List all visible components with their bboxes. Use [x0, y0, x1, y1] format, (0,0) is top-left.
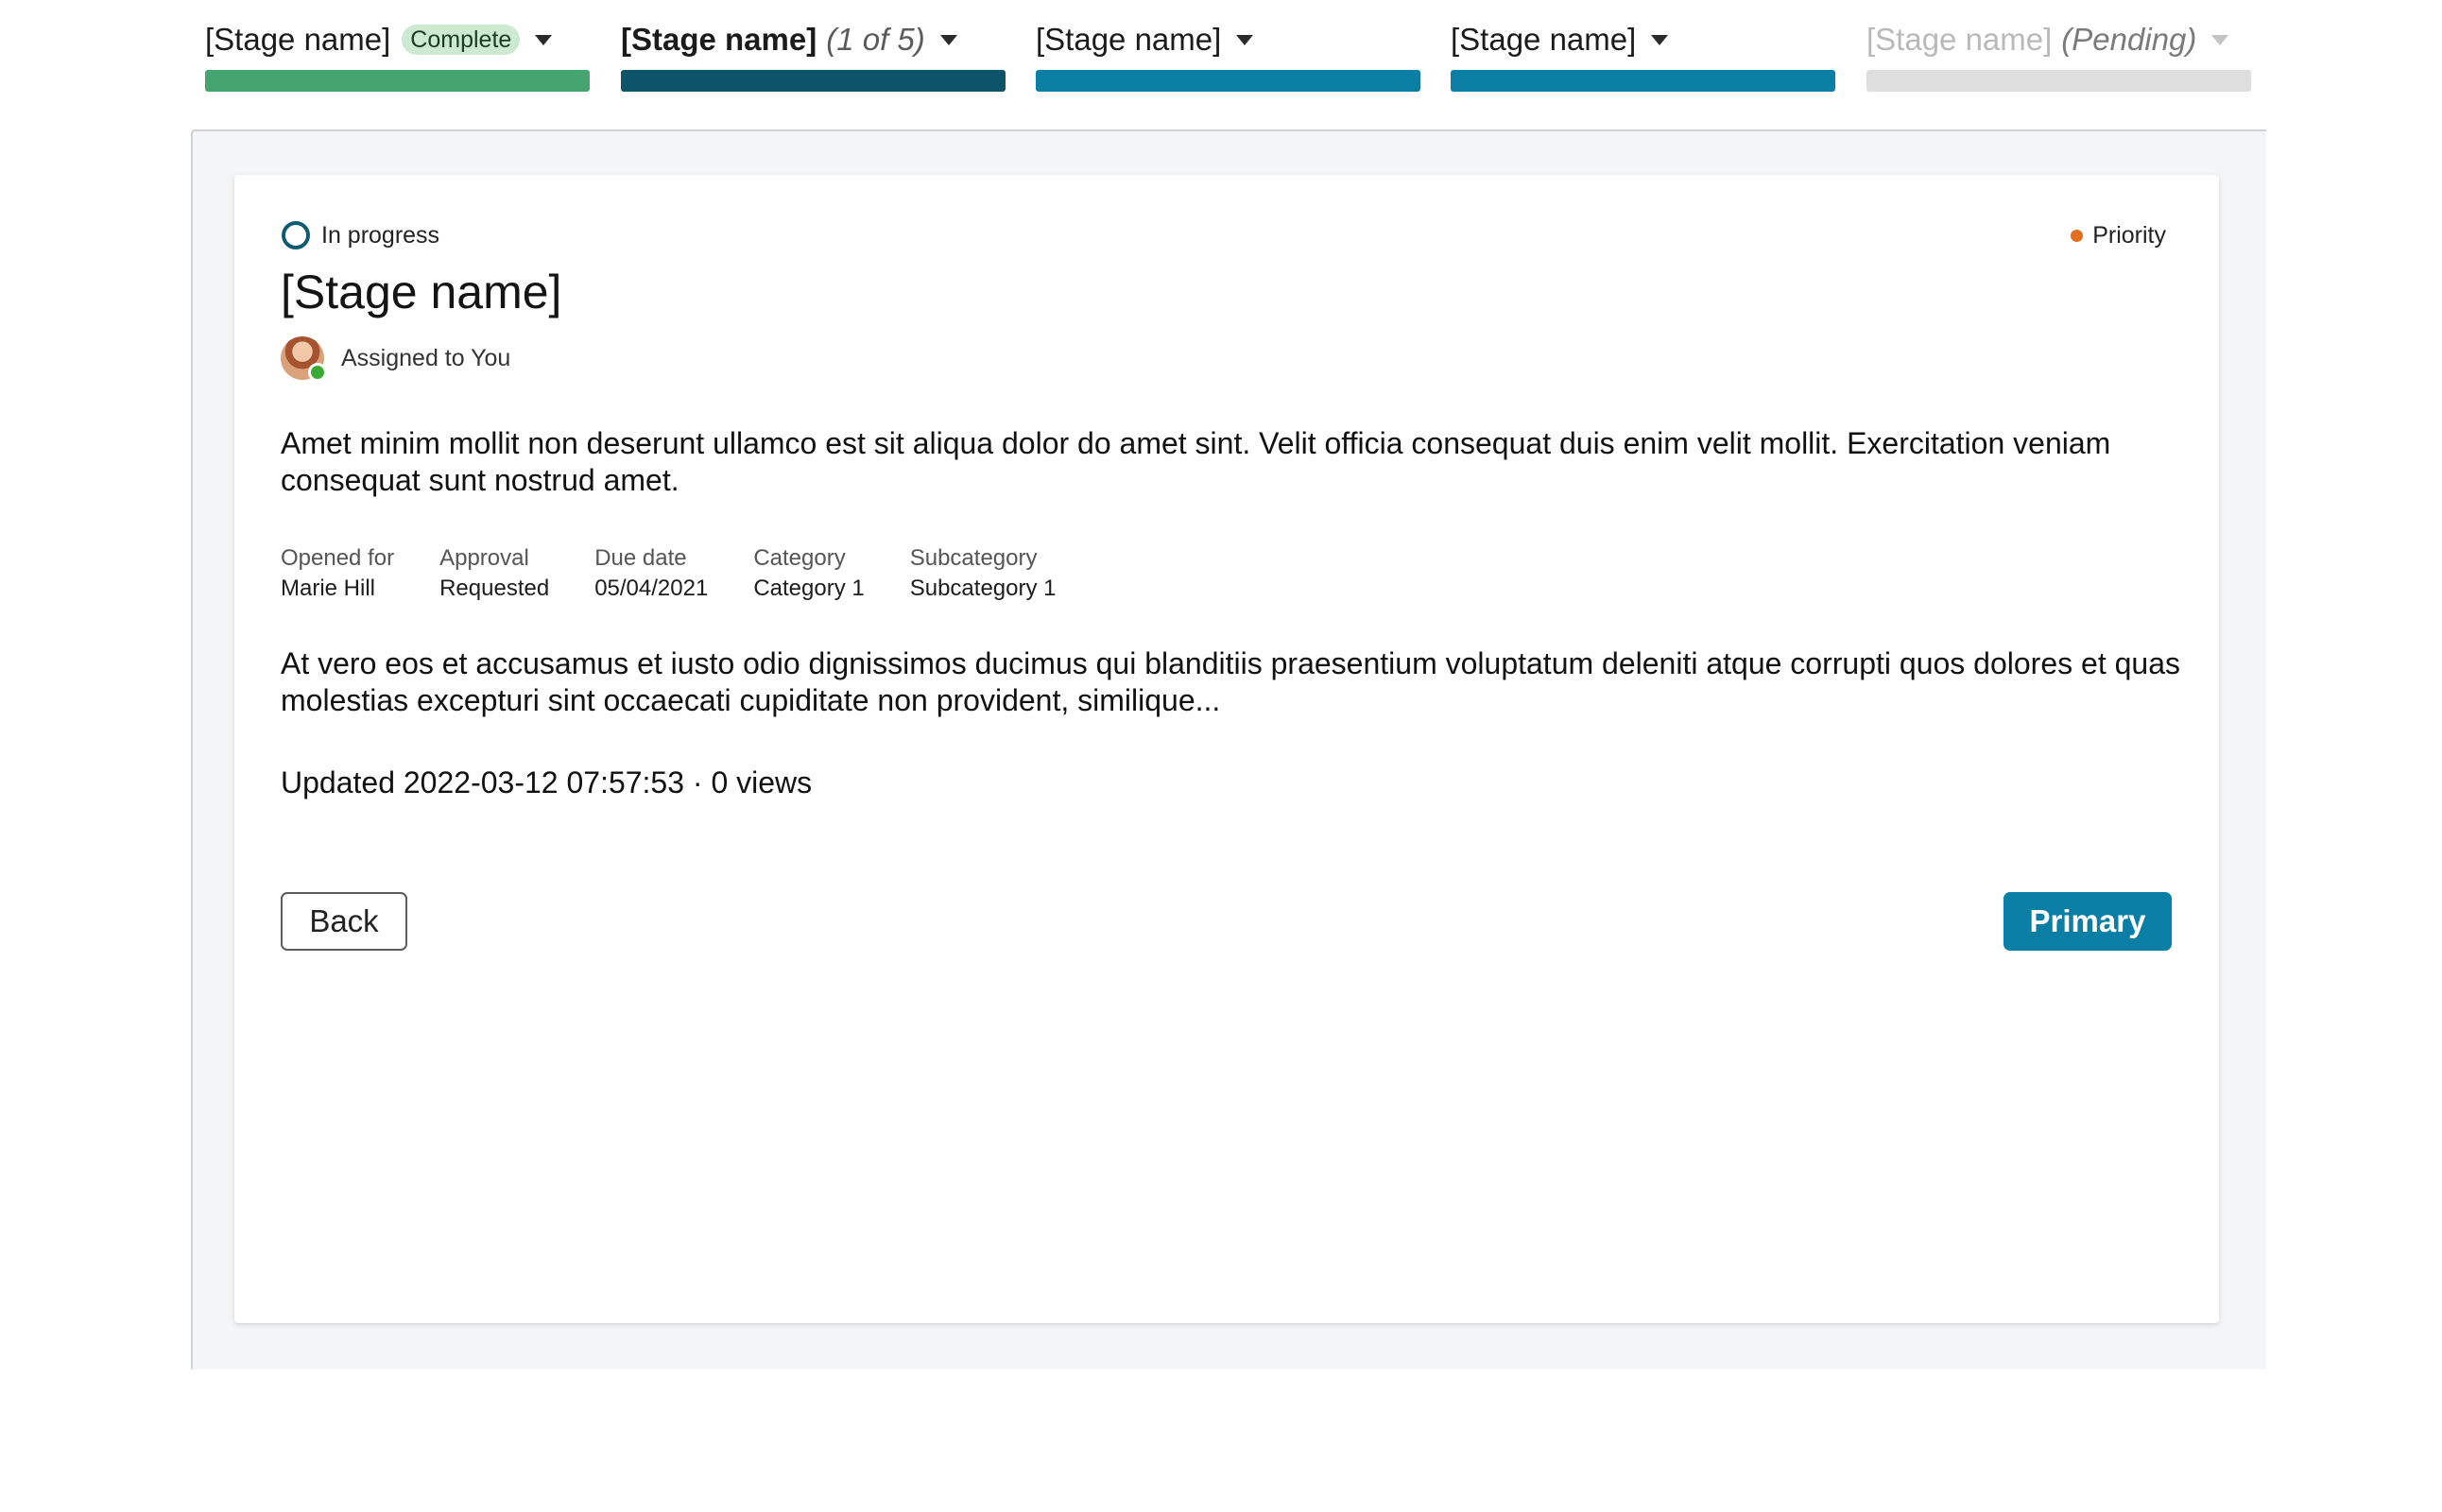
stage-2[interactable]: [Stage name] (1 of 5): [621, 17, 1006, 92]
status-text: In progress: [321, 221, 440, 249]
priority-text: Priority: [2092, 221, 2166, 249]
meta-label: Subcategory: [909, 545, 1038, 571]
meta-category: Category Category 1: [753, 543, 864, 604]
meta-label: Due date: [594, 545, 687, 571]
priority-dot-icon: [2071, 229, 2084, 242]
assignee: Assigned to You: [281, 336, 511, 382]
meta-label: Approval: [439, 545, 529, 571]
stage-progress-bar: [205, 70, 590, 92]
priority-indicator: Priority: [2071, 220, 2166, 250]
chevron-down-icon[interactable]: [535, 34, 553, 45]
status-indicator: In progress: [282, 220, 439, 250]
meta-value: Category 1: [753, 576, 865, 601]
updated-info: Updated 2022-03-12 07:57:53 · 0 views: [281, 765, 813, 799]
meta-value: Subcategory 1: [909, 576, 1057, 601]
meta-value: 05/04/2021: [594, 576, 709, 601]
in-progress-icon: [282, 221, 310, 249]
meta-due-date: Due date 05/04/2021: [594, 543, 708, 604]
description: Amet minim mollit non deserunt ullamco e…: [281, 426, 2111, 497]
stage-name: [Stage name]: [1866, 22, 2053, 57]
chevron-down-icon[interactable]: [1651, 34, 1669, 45]
online-status-icon: [308, 363, 327, 382]
stage-card: [234, 175, 2219, 1323]
stage-count: (1 of 5): [826, 22, 925, 57]
chevron-down-icon[interactable]: [2211, 34, 2229, 45]
stage-progress-bar: [621, 70, 1006, 92]
meta-opened-for: Opened for Marie Hill: [281, 543, 394, 604]
meta-subcategory: Subcategory Subcategory 1: [910, 543, 1057, 604]
page-title: [Stage name]: [281, 266, 562, 318]
stage-progress-bar: [1866, 70, 2251, 92]
stage-5[interactable]: [Stage name] (Pending): [1866, 17, 2251, 92]
stage-4[interactable]: [Stage name]: [1451, 17, 1835, 92]
back-button[interactable]: Back: [281, 892, 407, 951]
stage-3[interactable]: [Stage name]: [1036, 17, 1420, 92]
chevron-down-icon[interactable]: [939, 34, 957, 45]
secondary-description: At vero eos et accusamus et iusto odio d…: [281, 646, 2180, 717]
stage-name: [Stage name]: [1036, 22, 1222, 57]
primary-button[interactable]: Primary: [2003, 892, 2172, 951]
assigned-text: Assigned to You: [341, 344, 511, 371]
meta-value: Requested: [439, 576, 550, 601]
meta-value: Marie Hill: [281, 576, 376, 601]
meta-approval: Approval Requested: [439, 543, 549, 604]
stage-progress-bar: [1036, 70, 1420, 92]
stage-name: [Stage name]: [1451, 22, 1637, 57]
stage-pending-label: (Pending): [2061, 22, 2197, 57]
stage-progress-bar: [1451, 70, 1835, 92]
meta-fields: Opened for Marie Hill Approval Requested…: [281, 543, 1102, 604]
chevron-down-icon[interactable]: [1236, 34, 1254, 45]
stage-name: [Stage name]: [205, 22, 391, 57]
meta-label: Category: [753, 545, 846, 571]
avatar: [281, 336, 327, 382]
meta-label: Opened for: [281, 545, 395, 571]
stage-1[interactable]: [Stage name] Complete: [205, 17, 590, 92]
stage-name: [Stage name]: [621, 22, 817, 57]
complete-badge: Complete: [402, 25, 521, 55]
